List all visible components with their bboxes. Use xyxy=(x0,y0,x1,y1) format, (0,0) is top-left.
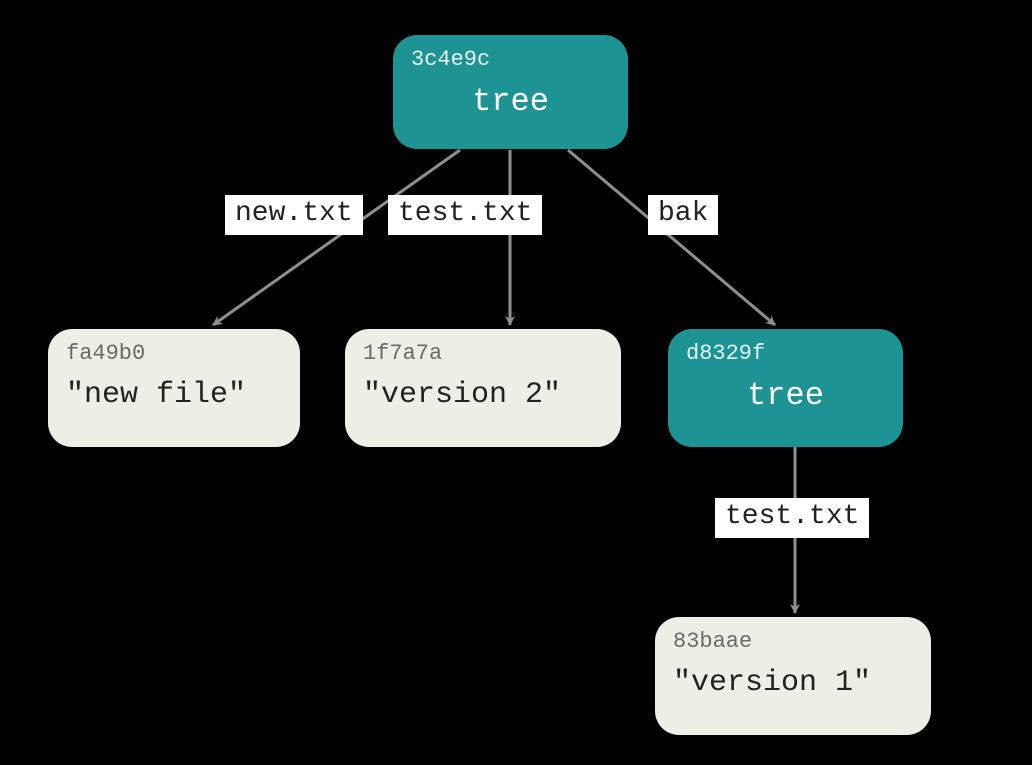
node-hash: 1f7a7a xyxy=(363,341,603,367)
node-label: "version 2" xyxy=(363,377,603,413)
node-root-tree: 3c4e9c tree xyxy=(393,35,628,149)
node-hash: d8329f xyxy=(686,341,885,367)
node-label: tree xyxy=(411,83,610,121)
edge-label-root-to-v2: test.txt xyxy=(388,195,542,235)
node-hash: 83baae xyxy=(673,629,913,655)
edge-label-sub-to-v1: test.txt xyxy=(715,498,869,538)
node-label: "version 1" xyxy=(673,665,913,701)
diagram-canvas: 3c4e9c tree fa49b0 "new file" 1f7a7a "ve… xyxy=(0,0,1032,765)
edge-label-root-to-sub: bak xyxy=(648,195,718,235)
edge-root-to-sub xyxy=(568,150,775,325)
node-blob-v1: 83baae "version 1" xyxy=(655,617,931,735)
node-blob-new: fa49b0 "new file" xyxy=(48,329,300,447)
node-sub-tree: d8329f tree xyxy=(668,329,903,447)
node-blob-v2: 1f7a7a "version 2" xyxy=(345,329,621,447)
node-label: "new file" xyxy=(66,377,282,413)
node-hash: 3c4e9c xyxy=(411,47,610,73)
edge-root-to-new xyxy=(213,150,460,325)
edge-label-root-to-new: new.txt xyxy=(225,195,363,235)
node-label: tree xyxy=(686,377,885,415)
node-hash: fa49b0 xyxy=(66,341,282,367)
